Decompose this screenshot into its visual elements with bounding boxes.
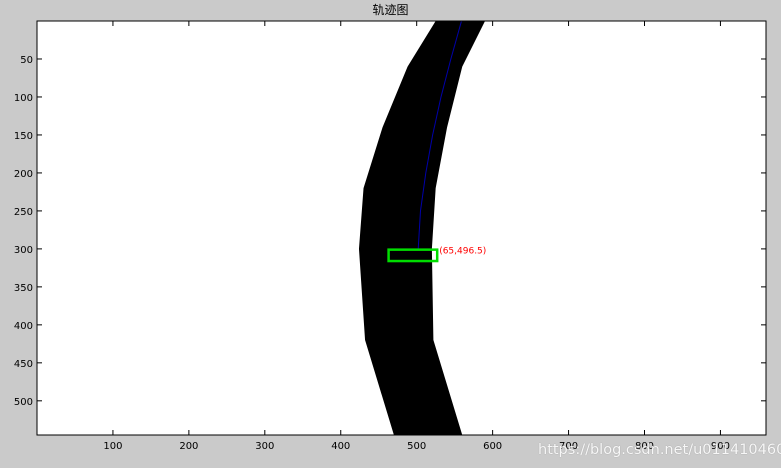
y-tick-label: 200 (14, 169, 33, 180)
x-tick-label: 200 (179, 441, 198, 452)
marker-label: (65,496.5) (439, 247, 486, 257)
x-tick-label: 300 (255, 441, 274, 452)
x-tick-label: 500 (407, 441, 426, 452)
trajectory-plot[interactable]: (65,496.5)100 200 300 400 500 600 700 800 900501… (0, 0, 781, 468)
x-tick-label: 100 (103, 441, 122, 452)
y-tick-label: 50 (20, 55, 33, 66)
watermark: https://blog.csdn.net/u011410460 (538, 442, 781, 458)
y-tick-label: 150 (14, 131, 33, 142)
x-tick-label: 600 (483, 441, 502, 452)
y-tick-label: 350 (14, 283, 33, 294)
x-tick-label: 400 (331, 441, 350, 452)
y-tick-label: 400 (14, 321, 33, 332)
y-tick-label: 250 (14, 207, 33, 218)
y-tick-label: 450 (14, 359, 33, 370)
figure-window: 轨迹图 (65,496.5) 100 200 300 400 500 600 700 800 90… (0, 0, 781, 468)
y-tick-label: 100 (14, 93, 33, 104)
y-tick-label: 300 (14, 245, 33, 256)
y-tick-label: 500 (14, 397, 33, 408)
